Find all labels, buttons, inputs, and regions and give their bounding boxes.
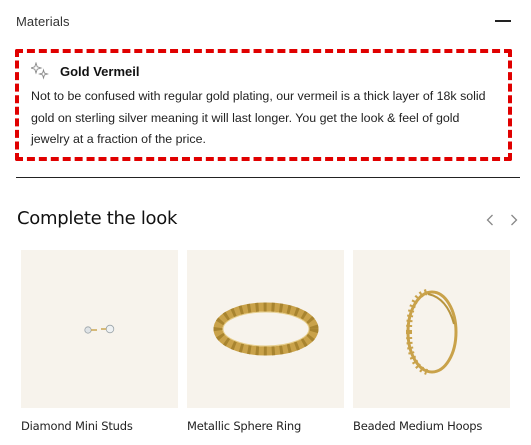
product-card[interactable]: Diamond Mini Studs: [21, 250, 178, 433]
product-card[interactable]: Metallic Sphere Ring: [187, 250, 344, 433]
beaded-hoops-image: [405, 289, 457, 375]
product-card[interactable]: Beaded Medium Hoops: [353, 250, 510, 433]
material-title-row: Gold Vermeil: [31, 62, 139, 80]
chevron-right-icon: [511, 214, 518, 226]
product-image[interactable]: [21, 250, 178, 408]
material-description: Not to be confused with regular gold pla…: [31, 89, 486, 146]
product-name[interactable]: Diamond Mini Studs: [21, 419, 178, 433]
complete-the-look-title: Complete the look: [17, 208, 178, 229]
carousel-next-button[interactable]: [509, 212, 519, 228]
product-name[interactable]: Beaded Medium Hoops: [353, 419, 510, 433]
section-divider: [16, 177, 520, 178]
sparkle-icon: [31, 62, 49, 80]
product-image[interactable]: [353, 250, 510, 408]
carousel-nav: [485, 212, 519, 228]
product-image[interactable]: [187, 250, 344, 408]
product-name[interactable]: Metallic Sphere Ring: [187, 419, 344, 433]
material-title: Gold Vermeil: [60, 63, 140, 79]
chevron-left-icon: [486, 214, 493, 226]
diamond-studs-image: [83, 324, 114, 334]
minus-icon[interactable]: [495, 20, 511, 22]
carousel-prev-button[interactable]: [485, 212, 495, 228]
materials-label: Materials: [16, 13, 70, 29]
materials-accordion-header[interactable]: Materials: [16, 10, 514, 32]
sphere-ring-image: [213, 302, 318, 356]
